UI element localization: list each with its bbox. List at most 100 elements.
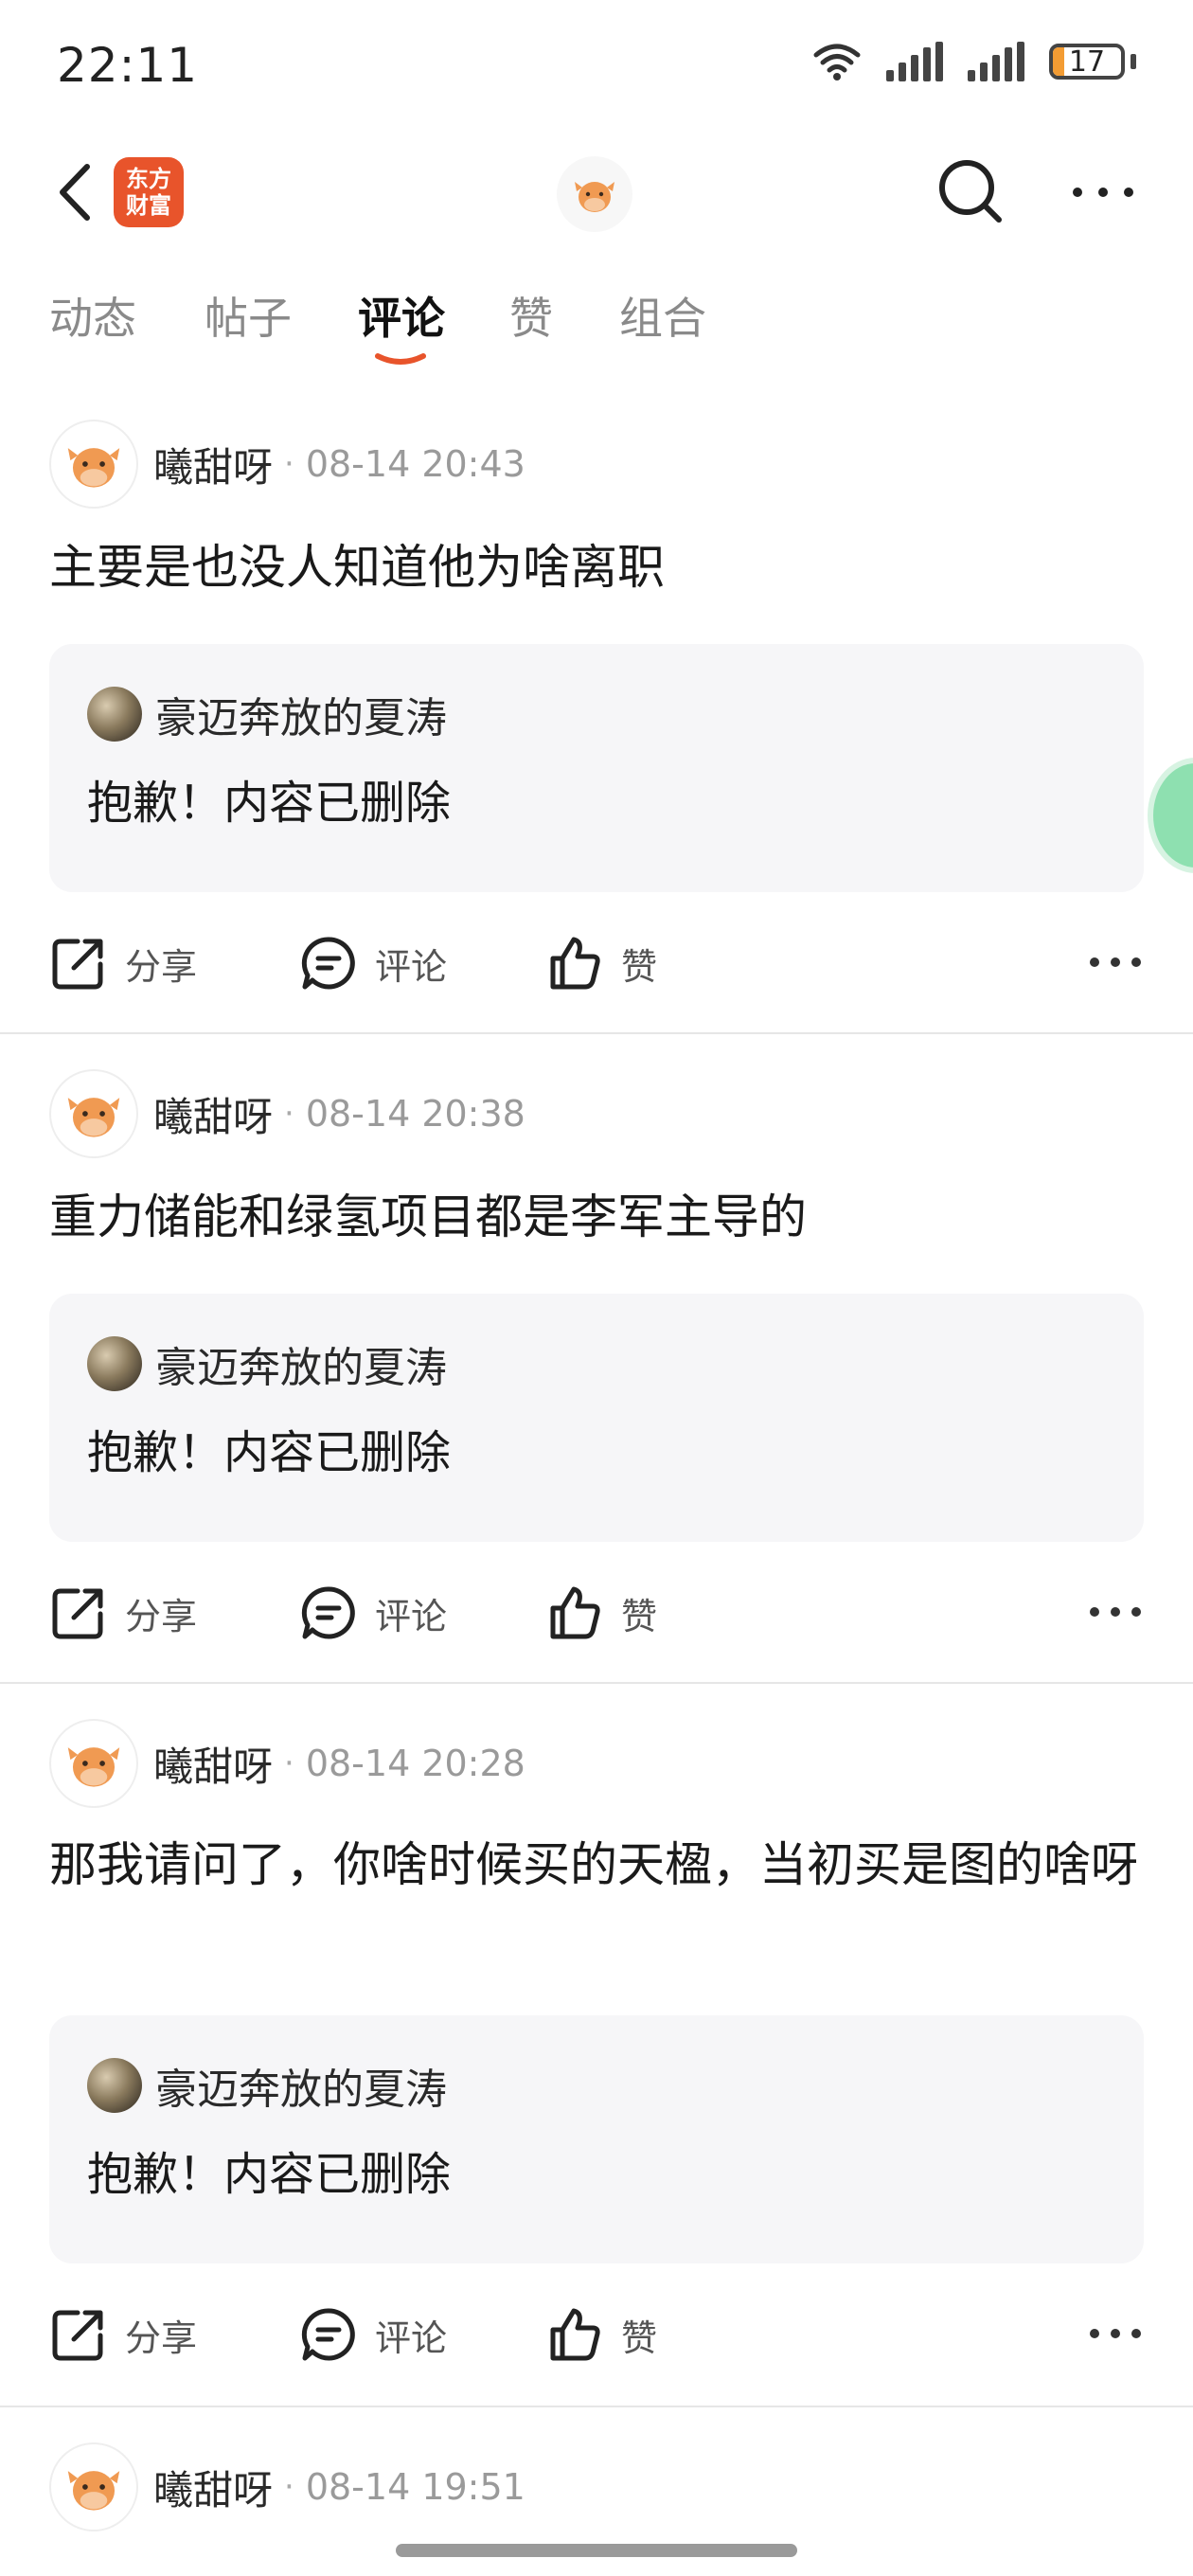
share-label: 分享 — [125, 2317, 198, 2359]
comment-label: 评论 — [375, 945, 448, 988]
comment-card[interactable]: 曦甜呀 · 08-14 20:38 重力储能和绿氢项目都是李军主导的 豪迈奔放的… — [0, 1047, 1193, 1684]
cow-avatar-icon — [67, 2471, 120, 2511]
status-time: 22:11 — [57, 38, 199, 93]
quoted-username[interactable]: 豪迈奔放的夏涛 — [155, 2055, 447, 2116]
status-icons: 17 — [812, 42, 1136, 81]
like-button[interactable]: 赞 — [545, 1570, 657, 1655]
comment-card[interactable]: 曦甜呀 · 08-14 20:28 那我请问了，你啥时候买的天楹，当初买是图的啥… — [0, 1697, 1193, 2407]
post-header: 曦甜呀 · 08-14 20:38 — [49, 1068, 525, 1159]
wifi-icon — [813, 44, 861, 80]
comment-icon — [301, 2308, 355, 2361]
share-button[interactable]: 分享 — [49, 1570, 197, 1655]
divider — [0, 1682, 1193, 1684]
battery-level: 17 — [1068, 45, 1106, 79]
username[interactable]: 曦甜呀 — [153, 436, 273, 493]
action-bar: 分享 评论 赞 — [49, 1570, 1144, 1655]
tab-posts[interactable]: 帖子 — [205, 284, 292, 347]
quoted-post[interactable]: 豪迈奔放的夏涛 抱歉！内容已删除 — [49, 1294, 1144, 1542]
action-bar: 分享 评论 赞 — [49, 2292, 1144, 2377]
post-time: 08-14 19:51 — [305, 2466, 525, 2508]
more-icon[interactable] — [1087, 943, 1144, 981]
more-icon[interactable] — [1087, 2315, 1144, 2352]
app-logo[interactable]: 东方 财富 — [114, 157, 184, 227]
avatar[interactable] — [49, 1069, 138, 1158]
share-button[interactable]: 分享 — [49, 921, 197, 1006]
more-icon[interactable] — [1087, 1593, 1144, 1631]
cell-signal-2-icon — [968, 42, 1024, 81]
post-header: 曦甜呀 · 08-14 20:28 — [49, 1718, 525, 1809]
separator-dot: · — [284, 1744, 294, 1782]
quoted-user-avatar — [87, 687, 142, 742]
avatar[interactable] — [49, 2442, 138, 2531]
quoted-user-avatar — [87, 1336, 142, 1391]
home-indicator[interactable] — [396, 2544, 797, 2557]
comment-icon — [301, 1586, 355, 1639]
like-label: 赞 — [621, 1595, 658, 1637]
thumbs-up-icon — [550, 2308, 600, 2361]
more-icon[interactable] — [1070, 159, 1136, 225]
logo-line-1: 东方 — [126, 165, 171, 192]
share-icon — [52, 1588, 103, 1639]
cow-avatar-icon — [67, 1098, 120, 1137]
thumbs-up-icon — [550, 1586, 600, 1639]
share-label: 分享 — [125, 1595, 198, 1637]
comment-feed: 曦甜呀 · 08-14 20:43 主要是也没人知道他为啥离职 豪迈奔放的夏涛 … — [0, 398, 1193, 2531]
username[interactable]: 曦甜呀 — [153, 1735, 273, 1793]
quoted-username[interactable]: 豪迈奔放的夏涛 — [155, 1333, 447, 1394]
status-bar: 22:11 17 — [0, 0, 1193, 133]
comment-button[interactable]: 评论 — [299, 921, 447, 1006]
comment-card[interactable]: 曦甜呀 · 08-14 20:43 主要是也没人知道他为啥离职 豪迈奔放的夏涛 … — [0, 398, 1193, 1034]
quoted-post[interactable]: 豪迈奔放的夏涛 抱歉！内容已删除 — [49, 644, 1144, 892]
avatar[interactable] — [49, 1719, 138, 1808]
separator-dot: · — [284, 2468, 294, 2506]
post-time: 08-14 20:38 — [305, 1093, 525, 1135]
comment-text[interactable]: 主要是也没人知道他为啥离职 — [49, 530, 1144, 604]
share-button[interactable]: 分享 — [49, 2292, 197, 2377]
post-time: 08-14 20:28 — [305, 1743, 525, 1784]
post-header: 曦甜呀 · 08-14 19:51 — [49, 2442, 525, 2532]
quoted-text: 抱歉！内容已删除 — [87, 1426, 452, 1479]
tab-portfolio[interactable]: 组合 — [619, 284, 706, 347]
post-header: 曦甜呀 · 08-14 20:43 — [49, 419, 525, 510]
share-icon — [52, 2310, 103, 2361]
like-button[interactable]: 赞 — [545, 921, 657, 1006]
divider — [0, 2406, 1193, 2407]
comment-text[interactable]: 那我请问了，你啥时候买的天楹，当初买是图的啥呀 — [49, 1828, 1144, 1902]
quoted-text: 抱歉！内容已删除 — [87, 2148, 452, 2201]
share-icon — [52, 939, 103, 990]
share-label: 分享 — [125, 945, 198, 988]
avatar[interactable] — [49, 420, 138, 509]
like-label: 赞 — [621, 945, 658, 988]
comment-icon — [301, 937, 355, 990]
username[interactable]: 曦甜呀 — [153, 2459, 273, 2516]
like-button[interactable]: 赞 — [545, 2292, 657, 2377]
cow-avatar-icon — [67, 448, 120, 488]
tab-likes[interactable]: 赞 — [509, 284, 553, 347]
profile-tabs: 动态 帖子 评论 赞 组合 — [0, 284, 1193, 388]
divider — [0, 1032, 1193, 1034]
back-icon[interactable] — [49, 159, 106, 225]
logo-line-2: 财富 — [126, 191, 171, 219]
comment-button[interactable]: 评论 — [299, 1570, 447, 1655]
quoted-username[interactable]: 豪迈奔放的夏涛 — [155, 684, 447, 744]
quoted-post[interactable]: 豪迈奔放的夏涛 抱歉！内容已删除 — [49, 2015, 1144, 2263]
thumbs-up-icon — [550, 937, 600, 990]
comment-button[interactable]: 评论 — [299, 2292, 447, 2377]
search-icon[interactable] — [933, 153, 1008, 229]
cow-avatar-icon — [67, 1747, 120, 1787]
separator-dot: · — [284, 1095, 294, 1133]
username[interactable]: 曦甜呀 — [153, 1085, 273, 1143]
tab-comments[interactable]: 评论 — [358, 284, 445, 347]
cow-avatar-icon — [575, 182, 614, 212]
active-tab-indicator — [375, 353, 426, 365]
action-bar: 分享 评论 赞 — [49, 921, 1144, 1006]
cell-signal-icon — [886, 42, 943, 81]
comment-text[interactable]: 重力储能和绿氢项目都是李军主导的 — [49, 1180, 1144, 1254]
separator-dot: · — [284, 445, 294, 483]
comment-label: 评论 — [375, 1595, 448, 1637]
nav-bar: 东方 财富 — [0, 142, 1193, 246]
tab-dynamics[interactable]: 动态 — [49, 284, 136, 347]
comment-label: 评论 — [375, 2317, 448, 2359]
profile-avatar[interactable] — [557, 156, 632, 232]
battery-cap — [1131, 54, 1136, 69]
